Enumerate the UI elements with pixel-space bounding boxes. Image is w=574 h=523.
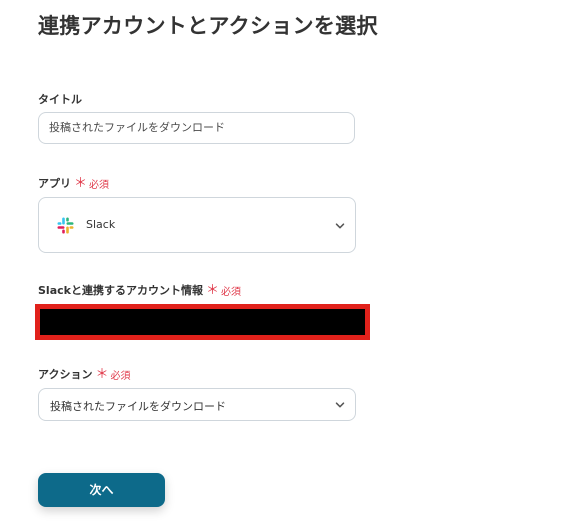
app-select-value: Slack xyxy=(86,218,116,231)
app-field-label: アプリ ＊ 必須 xyxy=(38,175,109,191)
required-asterisk: ＊ xyxy=(95,366,109,382)
next-button[interactable]: 次へ xyxy=(38,473,165,507)
required-text: 必須 xyxy=(110,370,131,382)
account-label-text: Slackと連携するアカウント情報 xyxy=(38,284,203,297)
account-select-redacted[interactable] xyxy=(35,304,370,340)
chevron-down-icon xyxy=(335,221,345,231)
action-field-label: アクション ＊ 必須 xyxy=(38,366,130,382)
title-field-label: タイトル xyxy=(38,91,82,107)
required-text: 必須 xyxy=(89,179,110,191)
redaction-block xyxy=(40,309,365,335)
action-select-value: 投稿されたファイルをダウンロード xyxy=(50,400,226,413)
app-select[interactable]: Slack xyxy=(38,197,356,253)
app-label-text: アプリ xyxy=(38,177,71,190)
title-label-text: タイトル xyxy=(38,93,82,106)
required-asterisk: ＊ xyxy=(205,282,219,298)
required-text: 必須 xyxy=(220,286,241,298)
required-asterisk: ＊ xyxy=(74,175,88,191)
chevron-down-icon xyxy=(335,400,345,410)
required-badge: ＊ 必須 xyxy=(74,176,109,191)
page-title: 連携アカウントとアクションを選択 xyxy=(38,14,378,38)
required-badge: ＊ 必須 xyxy=(95,367,130,382)
action-label-text: アクション xyxy=(38,368,93,381)
account-field-label: Slackと連携するアカウント情報 ＊ 必須 xyxy=(38,282,241,298)
title-input[interactable]: 投稿されたファイルをダウンロード xyxy=(38,112,355,144)
slack-icon xyxy=(57,217,74,234)
required-badge: ＊ 必須 xyxy=(206,283,241,298)
action-select[interactable]: 投稿されたファイルをダウンロード xyxy=(38,388,356,421)
